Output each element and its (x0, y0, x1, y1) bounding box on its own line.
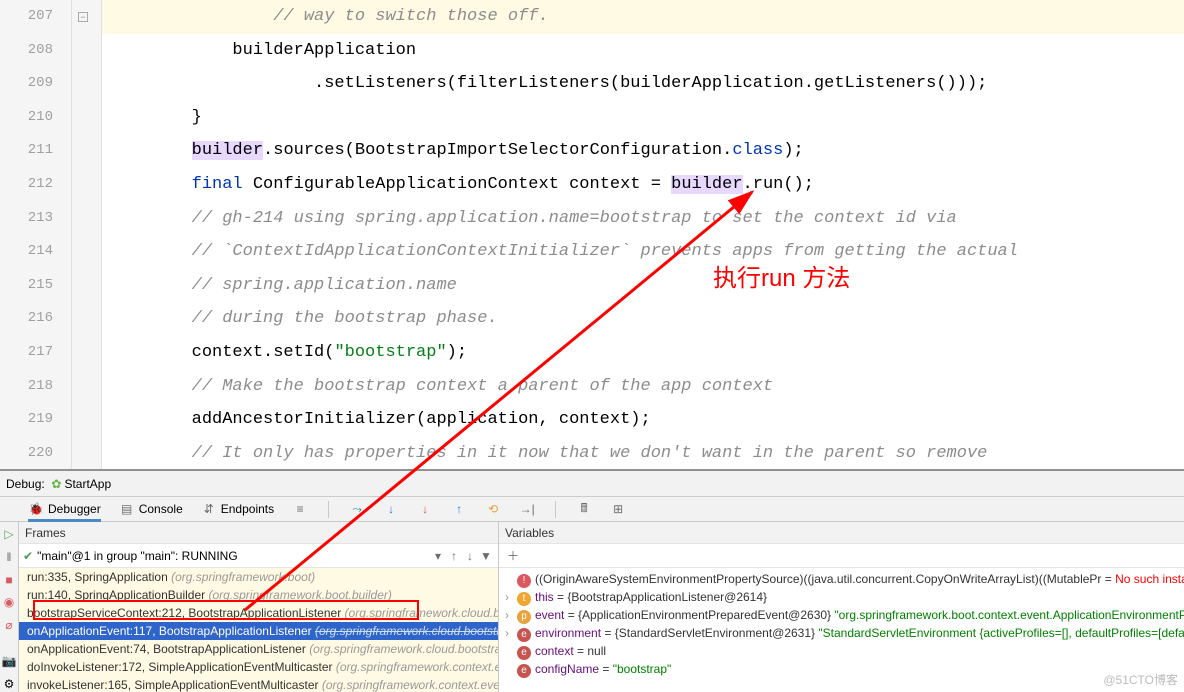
step-over-icon[interactable]: ⤳ (349, 501, 365, 517)
step-out-icon[interactable]: ↑ (451, 501, 467, 517)
trace-icon[interactable]: ⊞ (610, 501, 626, 517)
debug-label: Debug: (6, 477, 45, 491)
variable-row[interactable]: !((OriginAwareSystemEnvironmentPropertyS… (505, 570, 1184, 588)
add-watch-icon[interactable]: ＋ (505, 547, 521, 564)
endpoints-icon: ⇵ (201, 501, 217, 517)
code-text: builderApplication (102, 34, 1184, 68)
camera-icon[interactable]: 📷 (0, 653, 18, 670)
run-config-name[interactable]: StartApp (64, 477, 111, 491)
variable-row[interactable]: econfigName = "bootstrap" (505, 660, 1184, 678)
run-to-cursor-icon[interactable]: →| (519, 501, 535, 517)
bug-icon: 🐞 (28, 501, 44, 517)
force-step-into-icon[interactable]: ↓ (417, 501, 433, 517)
variable-row[interactable]: ›pevent = {ApplicationEnvironmentPrepare… (505, 606, 1184, 624)
variable-row[interactable]: econtext = null (505, 642, 1184, 660)
pause-icon[interactable]: ‖ (0, 549, 18, 566)
stack-frame[interactable]: invokeListener:165, SimpleApplicationEve… (19, 676, 498, 692)
console-icon: ▤ (119, 501, 135, 517)
frame-list[interactable]: run:335, SpringApplication (org.springfr… (19, 568, 498, 692)
fold-collapse-icon[interactable]: − (78, 12, 88, 22)
thread-selector[interactable]: ✔ "main"@1 in group "main": RUNNING ▾ ↑ … (19, 544, 498, 568)
run-config-icon: ✿ (51, 477, 61, 491)
stack-frame[interactable]: doInvokeListener:172, SimpleApplicationE… (19, 658, 498, 676)
stop-icon[interactable]: ■ (0, 571, 18, 588)
highlight-box (33, 600, 419, 620)
variables-list[interactable]: !((OriginAwareSystemEnvironmentPropertyS… (499, 568, 1184, 692)
var-icon: e (517, 664, 531, 678)
mute-breakpoints-icon[interactable]: ⌀ (0, 617, 18, 634)
fold-column: − (72, 0, 102, 469)
watermark: @51CTO博客 (1103, 671, 1178, 688)
frames-header: Frames (19, 522, 498, 544)
this-icon: t (517, 592, 531, 606)
param-icon: p (517, 610, 531, 624)
settings-icon[interactable]: ⚙ (0, 675, 18, 692)
stack-frame[interactable]: run:335, SpringApplication (org.springfr… (19, 568, 498, 586)
var-icon: e (517, 628, 531, 642)
next-frame-icon[interactable]: ↓ (462, 549, 478, 563)
evaluate-icon[interactable]: 🖩 (576, 501, 592, 517)
check-icon: ✔ (23, 549, 33, 563)
dropdown-icon[interactable]: ▾ (430, 549, 446, 563)
tab-endpoints[interactable]: ⇵Endpoints (201, 501, 274, 517)
var-icon: e (517, 646, 531, 660)
step-into-icon[interactable]: ↓ (383, 501, 399, 517)
stack-frame[interactable]: onApplicationEvent:74, BootstrapApplicat… (19, 640, 498, 658)
code-text: } (102, 101, 1184, 135)
stack-frame-selected[interactable]: onApplicationEvent:117, BootstrapApplica… (19, 622, 498, 640)
line-number-gutter: 2072082092102112122132142152162172182192… (0, 0, 72, 469)
tab-console[interactable]: ▤Console (119, 501, 183, 517)
variables-toolbar: ＋ (499, 544, 1184, 568)
resume-icon[interactable]: ▷ (0, 526, 18, 543)
variable-row[interactable]: ›tthis = {BootstrapApplicationListener@2… (505, 588, 1184, 606)
debug-panel-header: Debug: ✿ StartApp (0, 471, 1184, 497)
debug-tabs: 🐞Debugger ▤Console ⇵Endpoints ≡ ⤳ ↓ ↓ ↑ … (0, 497, 1184, 522)
threads-icon[interactable]: ≡ (292, 501, 308, 517)
code-text: .setListeners(filterListeners(builderApp… (102, 67, 1184, 101)
view-breakpoints-icon[interactable]: ◉ (0, 594, 18, 611)
variable-row[interactable]: ›eenvironment = {StandardServletEnvironm… (505, 624, 1184, 642)
code-editor[interactable]: // way to switch those off. builderAppli… (102, 0, 1184, 469)
annotation-text: 执行run 方法 (713, 258, 850, 293)
tab-debugger[interactable]: 🐞Debugger (28, 497, 101, 522)
error-icon: ! (517, 574, 531, 588)
filter-icon[interactable]: ▼ (478, 549, 494, 563)
drop-frame-icon[interactable]: ⟲ (485, 501, 501, 517)
debug-side-toolbar: ▷ ‖ ■ ◉ ⌀ 📷 ⚙ (0, 522, 19, 692)
prev-frame-icon[interactable]: ↑ (446, 549, 462, 563)
code-comment: // way to switch those off. (110, 7, 549, 26)
variables-header: Variables (499, 522, 1184, 544)
